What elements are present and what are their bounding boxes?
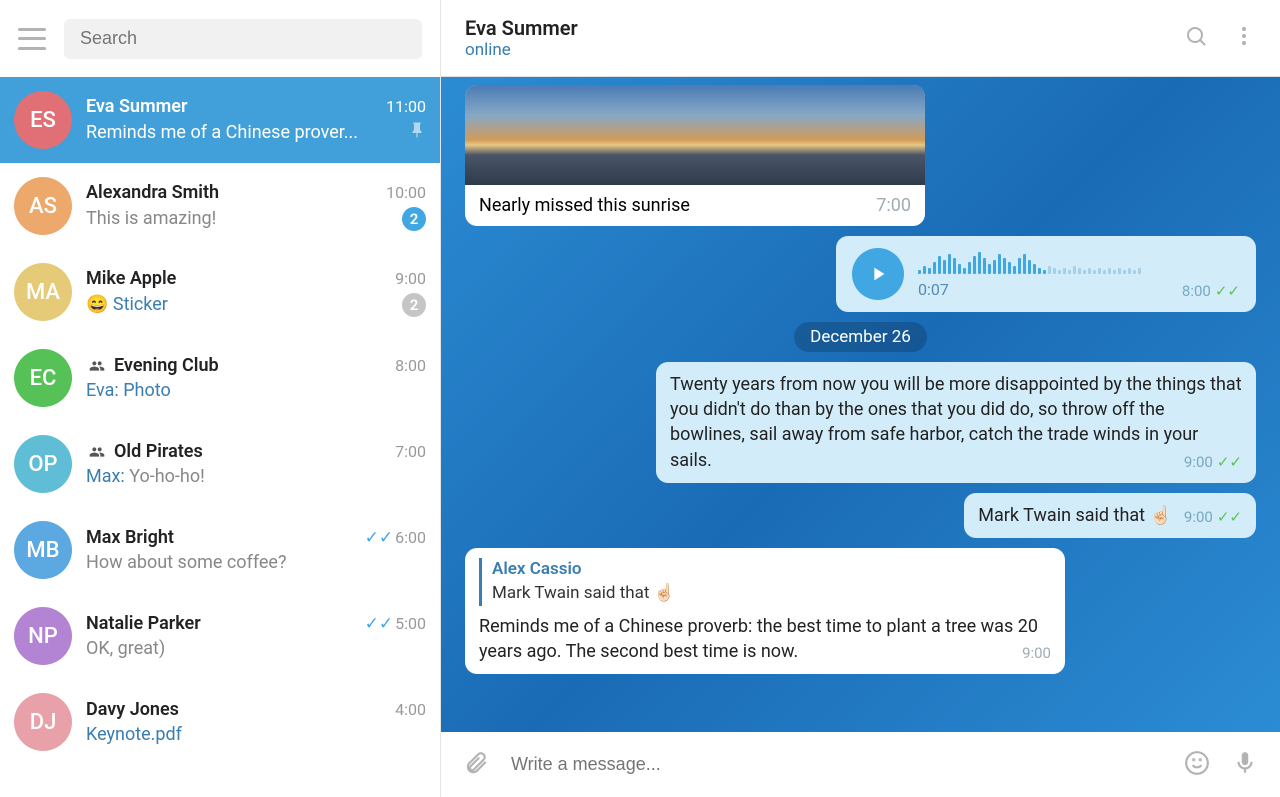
unread-badge: 2 — [402, 207, 426, 231]
chat-preview: Keynote.pdf — [86, 724, 182, 745]
chat-header-status: online — [465, 40, 1160, 60]
double-check-icon: ✓✓ — [365, 528, 394, 548]
chat-time: 10:00 — [386, 183, 426, 202]
voice-duration: 0:07 — [918, 280, 1168, 299]
chat-preview: Max: Yo-ho-ho! — [86, 466, 205, 487]
message-input[interactable] — [511, 754, 1162, 775]
chat-time: 8:00 — [395, 356, 426, 375]
chat-item-mike-apple[interactable]: MA Mike Apple 9:00 😄 Sticker 2 — [0, 249, 440, 335]
chat-name: Evening Club — [86, 355, 219, 376]
avatar: NP — [14, 607, 72, 665]
avatar: MB — [14, 521, 72, 579]
avatar: OP — [14, 435, 72, 493]
message-text: Twenty years from now you will be more d… — [670, 374, 1242, 471]
avatar: MA — [14, 263, 72, 321]
group-icon — [86, 444, 108, 460]
chat-item-max-bright[interactable]: MB Max Bright ✓✓6:00 How about some coff… — [0, 507, 440, 593]
message-text: Reminds me of a Chinese proverb: the bes… — [479, 616, 1038, 662]
chat-item-eva-summer[interactable]: ES Eva Summer 11:00 Reminds me of a Chin… — [0, 77, 440, 163]
pin-icon — [408, 121, 426, 144]
message-time: 8:00 — [1182, 282, 1211, 300]
chat-name: Natalie Parker — [86, 613, 201, 634]
chat-name: Davy Jones — [86, 699, 179, 720]
more-icon[interactable] — [1232, 24, 1256, 52]
message-voice[interactable]: 0:07 8:00 ✓✓ — [465, 236, 1256, 312]
chat-preview: OK, great) — [86, 638, 165, 659]
avatar: ES — [14, 91, 72, 149]
double-check-icon: ✓✓ — [1217, 508, 1242, 526]
search-input[interactable] — [80, 28, 406, 49]
composer — [441, 732, 1280, 797]
chat-time: 4:00 — [395, 700, 426, 719]
search-box[interactable] — [64, 19, 422, 59]
chat-preview: Reminds me of a Chinese prover... — [86, 122, 358, 143]
chat-time: ✓✓6:00 — [365, 528, 426, 548]
messages-area[interactable]: Nearly missed this sunrise 7:00 0:07 8:0… — [441, 77, 1280, 732]
chat-name: Old Pirates — [86, 441, 203, 462]
avatar: DJ — [14, 693, 72, 751]
message-photo[interactable]: Nearly missed this sunrise 7:00 — [465, 85, 1256, 226]
chat-time: 11:00 — [386, 97, 426, 116]
group-icon — [86, 358, 108, 374]
double-check-icon: ✓✓ — [1217, 453, 1242, 471]
chat-name: Max Bright — [86, 527, 174, 548]
chat-list: ES Eva Summer 11:00 Reminds me of a Chin… — [0, 77, 440, 797]
chat-preview: This is amazing! — [86, 208, 216, 229]
chat-name: Alexandra Smith — [86, 182, 219, 203]
chat-time: ✓✓5:00 — [365, 614, 426, 634]
attach-icon[interactable] — [463, 750, 489, 780]
chat-preview: How about some coffee? — [86, 552, 286, 573]
double-check-icon: ✓✓ — [1215, 282, 1240, 300]
photo-caption-text: Nearly missed this sunrise — [479, 195, 690, 216]
avatar: EC — [14, 349, 72, 407]
chat-header-info[interactable]: Eva Summer online — [465, 16, 1160, 60]
sidebar-header — [0, 0, 440, 77]
search-icon[interactable] — [1184, 24, 1208, 52]
message-time: 9:00 — [1184, 453, 1213, 471]
menu-icon[interactable] — [18, 28, 46, 50]
chat-preview: Eva: Photo — [86, 380, 171, 401]
emoji-icon[interactable] — [1184, 750, 1210, 780]
message-text: Mark Twain said that ☝🏻 — [978, 505, 1172, 526]
chat-item-evening-club[interactable]: EC Evening Club 8:00 Eva: Photo — [0, 335, 440, 421]
chat-header: Eva Summer online — [441, 0, 1280, 77]
photo-image — [465, 85, 925, 185]
message-reply[interactable]: Alex Cassio Mark Twain said that ☝🏻 Remi… — [465, 548, 1256, 674]
message-time: 7:00 — [876, 195, 911, 216]
reply-author: Alex Cassio — [492, 558, 1051, 582]
message-attribution[interactable]: Mark Twain said that ☝🏻 9:00✓✓ — [465, 493, 1256, 538]
microphone-icon[interactable] — [1232, 750, 1258, 780]
double-check-icon: ✓✓ — [365, 614, 394, 634]
reply-quoted-text: Mark Twain said that ☝🏻 — [492, 582, 1051, 606]
chat-time: 9:00 — [395, 269, 426, 288]
sidebar: ES Eva Summer 11:00 Reminds me of a Chin… — [0, 0, 441, 797]
chat-panel: Eva Summer online Nearly missed this sun… — [441, 0, 1280, 797]
chat-item-davy-jones[interactable]: DJ Davy Jones 4:00 Keynote.pdf — [0, 679, 440, 765]
chat-item-alexandra-smith[interactable]: AS Alexandra Smith 10:00 This is amazing… — [0, 163, 440, 249]
play-button[interactable] — [852, 248, 904, 300]
message-time: 9:00 — [1184, 508, 1213, 526]
avatar: AS — [14, 177, 72, 235]
chat-time: 7:00 — [395, 442, 426, 461]
message-quote[interactable]: Twenty years from now you will be more d… — [465, 362, 1256, 483]
chat-name: Eva Summer — [86, 96, 187, 117]
chat-preview: 😄 Sticker — [86, 294, 168, 315]
unread-badge: 2 — [402, 293, 426, 317]
voice-waveform[interactable]: 0:07 — [918, 250, 1168, 299]
date-separator: December 26 — [465, 322, 1256, 352]
chat-item-natalie-parker[interactable]: NP Natalie Parker ✓✓5:00 OK, great) — [0, 593, 440, 679]
chat-header-title: Eva Summer — [465, 16, 1160, 40]
chat-name: Mike Apple — [86, 268, 176, 289]
chat-item-old-pirates[interactable]: OP Old Pirates 7:00 Max: Yo-ho-ho! — [0, 421, 440, 507]
reply-reference[interactable]: Alex Cassio Mark Twain said that ☝🏻 — [479, 558, 1051, 606]
message-time: 9:00 — [1022, 643, 1051, 664]
